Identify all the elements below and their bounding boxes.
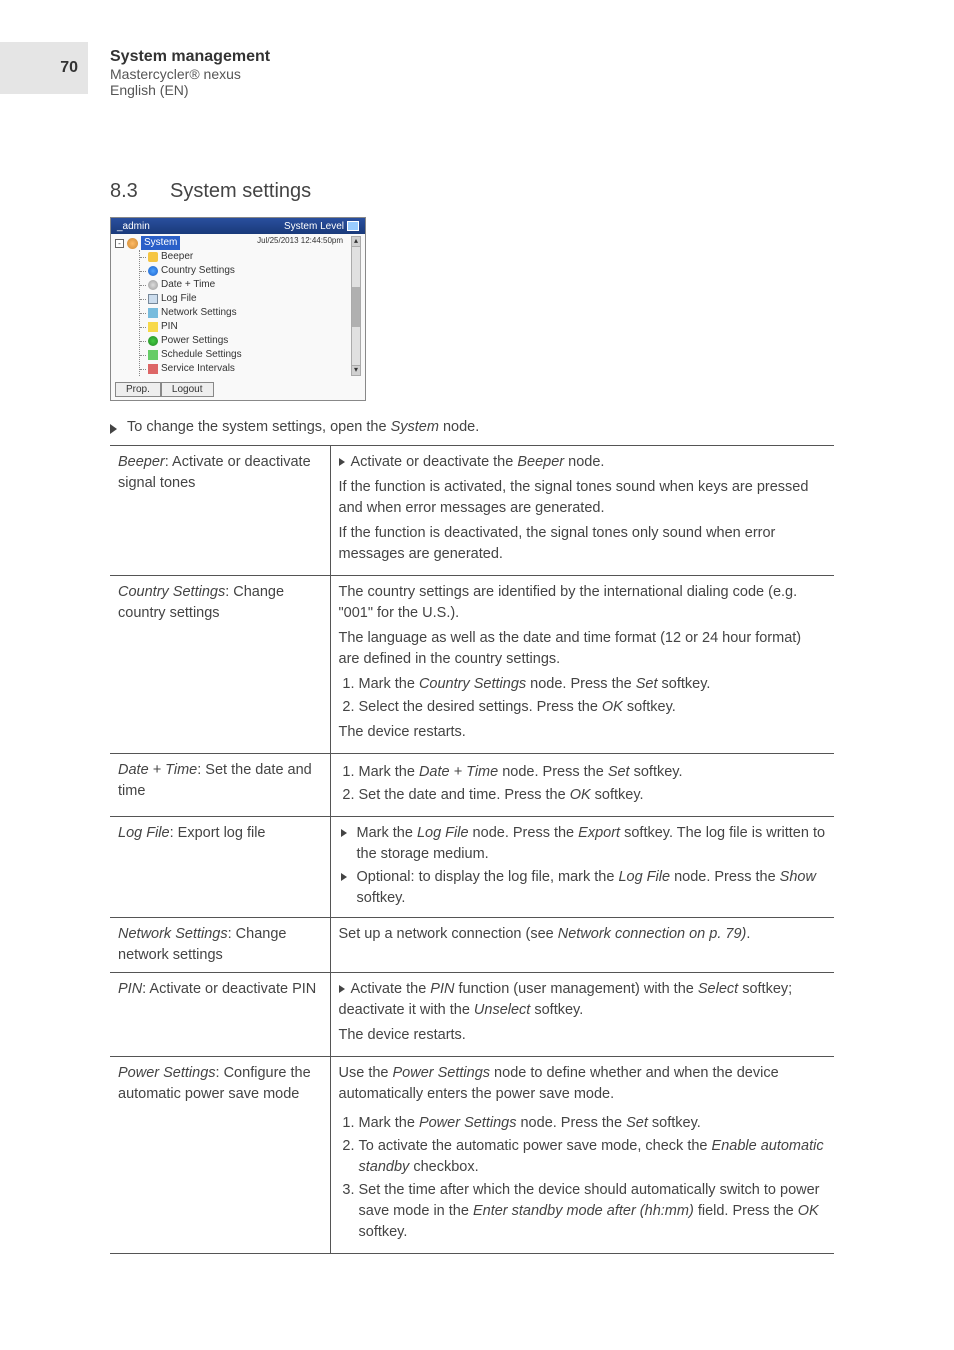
network-icon bbox=[148, 308, 158, 318]
tree-item-country[interactable]: Country Settings bbox=[140, 264, 361, 278]
setting-name: Beeper bbox=[118, 454, 165, 470]
page-header: System management Mastercycler® nexus En… bbox=[110, 48, 270, 98]
setting-name: PIN bbox=[118, 981, 142, 997]
setting-detail: Activate or deactivate the Beeper node. … bbox=[330, 446, 834, 576]
setting-desc: : Activate or deactivate PIN bbox=[142, 981, 316, 997]
screenshot-titlebar: _admin System Level bbox=[111, 218, 365, 234]
section-heading: 8.3System settings bbox=[110, 180, 834, 203]
tree-item-power[interactable]: Power Settings bbox=[140, 334, 361, 348]
tree-item-beeper[interactable]: Beeper bbox=[140, 250, 361, 264]
setting-detail: Activate the PIN function (user manageme… bbox=[330, 973, 834, 1057]
collapse-icon[interactable]: - bbox=[115, 239, 124, 248]
screenshot-level: System Level bbox=[284, 221, 344, 232]
table-row: Date + Time: Set the date and time Mark … bbox=[110, 754, 834, 817]
setting-cell: Beeper: Activate or deactivate signal to… bbox=[110, 446, 330, 576]
setting-detail: Use the Power Settings node to define wh… bbox=[330, 1057, 834, 1254]
setting-cell: Date + Time: Set the date and time bbox=[110, 754, 330, 817]
tree-item-datetime[interactable]: Date + Time bbox=[140, 278, 361, 292]
service-icon bbox=[148, 364, 158, 374]
setting-detail: Set up a network connection (see Network… bbox=[330, 918, 834, 973]
clock-icon bbox=[148, 280, 158, 290]
logout-button[interactable]: Logout bbox=[161, 382, 214, 397]
header-title: System management bbox=[110, 48, 270, 66]
setting-cell: PIN: Activate or deactivate PIN bbox=[110, 973, 330, 1057]
table-row: Network Settings: Change network setting… bbox=[110, 918, 834, 973]
setting-detail: The country settings are identified by t… bbox=[330, 576, 834, 754]
screenshot-timestamp: Jul/25/2013 12:44:50pm bbox=[257, 236, 343, 245]
page-number: 70 bbox=[60, 59, 78, 77]
setting-detail: Mark the Log File node. Press the Export… bbox=[330, 817, 834, 918]
setting-name: Log File bbox=[118, 825, 170, 841]
power-icon bbox=[148, 336, 158, 346]
settings-table: Beeper: Activate or deactivate signal to… bbox=[110, 445, 834, 1254]
tree-item-label: Log File bbox=[161, 292, 197, 306]
setting-name: Power Settings bbox=[118, 1065, 216, 1081]
tree-item-label: Date + Time bbox=[161, 278, 215, 292]
schedule-icon bbox=[148, 350, 158, 360]
system-tree-screenshot: _admin System Level Jul/25/2013 12:44:50… bbox=[110, 217, 366, 401]
setting-name: Date + Time bbox=[118, 762, 197, 778]
section-title: System settings bbox=[170, 180, 311, 202]
triangle-bullet-icon bbox=[110, 424, 117, 434]
screenshot-user: _admin bbox=[117, 221, 150, 232]
table-row: Log File: Export log file Mark the Log F… bbox=[110, 817, 834, 918]
setting-cell: Country Settings: Change country setting… bbox=[110, 576, 330, 754]
tree-item-label: Beeper bbox=[161, 250, 193, 264]
triangle-bullet-icon bbox=[339, 985, 345, 993]
tree-item-label: Power Settings bbox=[161, 334, 228, 348]
intro-text: To change the system settings, open the bbox=[127, 419, 391, 435]
setting-cell: Network Settings: Change network setting… bbox=[110, 918, 330, 973]
tree-item-label: PIN bbox=[161, 320, 178, 334]
intro-text-post: node. bbox=[439, 419, 479, 435]
intro-instruction: To change the system settings, open the … bbox=[110, 419, 834, 435]
table-row: PIN: Activate or deactivate PIN Activate… bbox=[110, 973, 834, 1057]
tree-item-label: Country Settings bbox=[161, 264, 235, 278]
setting-detail: Mark the Date + Time node. Press the Set… bbox=[330, 754, 834, 817]
tree-item-logfile[interactable]: Log File bbox=[140, 292, 361, 306]
setting-name: Network Settings bbox=[118, 926, 228, 942]
table-row: Power Settings: Configure the automatic … bbox=[110, 1057, 834, 1254]
gear-icon bbox=[127, 238, 138, 249]
network-status-icon bbox=[347, 221, 359, 231]
table-row: Country Settings: Change country setting… bbox=[110, 576, 834, 754]
header-product: Mastercycler® nexus bbox=[110, 66, 270, 82]
tree-root-label: System bbox=[141, 236, 180, 250]
header-language: English (EN) bbox=[110, 82, 270, 98]
beeper-icon bbox=[148, 252, 158, 262]
setting-desc: : Export log file bbox=[170, 825, 266, 841]
table-row: Beeper: Activate or deactivate signal to… bbox=[110, 446, 834, 576]
setting-cell: Power Settings: Configure the automatic … bbox=[110, 1057, 330, 1254]
scroll-up-icon[interactable]: ▴ bbox=[352, 237, 360, 247]
setting-cell: Log File: Export log file bbox=[110, 817, 330, 918]
tree-item-network[interactable]: Network Settings bbox=[140, 306, 361, 320]
prop-button[interactable]: Prop. bbox=[115, 382, 161, 397]
file-icon bbox=[148, 294, 158, 304]
tree-item-schedule[interactable]: Schedule Settings bbox=[140, 348, 361, 362]
intro-node: System bbox=[391, 419, 439, 435]
page-number-tab: 70 bbox=[0, 42, 88, 94]
system-tree: - System Beeper Country Settings Date + … bbox=[115, 236, 361, 376]
tree-item-label: Network Settings bbox=[161, 306, 237, 320]
key-icon bbox=[148, 322, 158, 332]
tree-item-pin[interactable]: PIN bbox=[140, 320, 361, 334]
tree-item-label: Schedule Settings bbox=[161, 348, 242, 362]
triangle-bullet-icon bbox=[339, 458, 345, 466]
globe-icon bbox=[148, 266, 158, 276]
setting-name: Country Settings bbox=[118, 584, 225, 600]
tree-item-service[interactable]: Service Intervals bbox=[140, 362, 361, 376]
section-number: 8.3 bbox=[110, 180, 170, 203]
tree-item-label: Service Intervals bbox=[161, 362, 235, 376]
